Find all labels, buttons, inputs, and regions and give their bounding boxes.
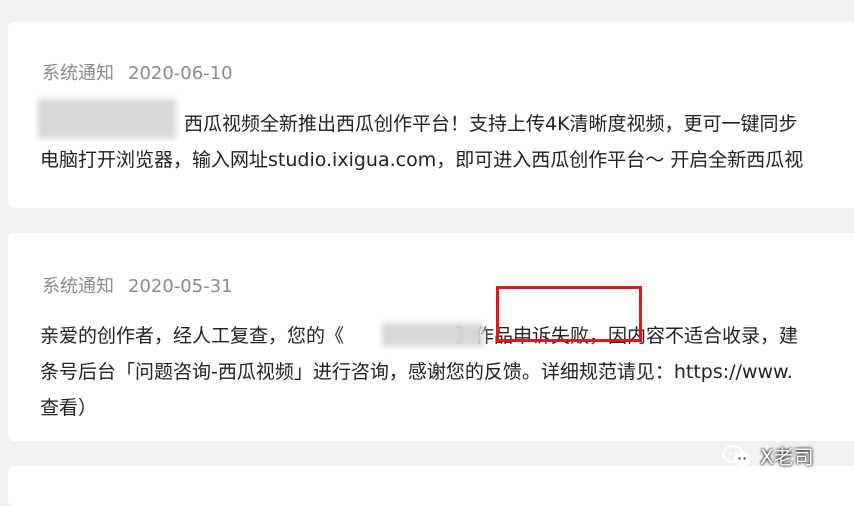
blurred-username <box>38 99 176 139</box>
notification-card-1[interactable]: 系统通知 2020-06-10 西瓜视频全新推出西瓜创作平台！支持上传4K清晰度视… <box>8 22 854 208</box>
notification-text-line-2: 条号后台「问题咨询-西瓜视频」进行咨询，感谢您的反馈。详细规范请见：https:… <box>40 361 793 383</box>
notification-date: 2020-05-31 <box>128 276 233 297</box>
notification-text-line-1: 西瓜视频全新推出西瓜创作平台！支持上传4K清晰度视频，更可一键同步 <box>184 113 798 135</box>
highlight-annotation-box <box>496 286 642 342</box>
watermark-text: X老司 <box>760 445 814 469</box>
watermark: X老司 <box>722 441 814 470</box>
notification-source: 系统通知 <box>42 276 114 297</box>
blurred-video-title <box>382 323 484 347</box>
notification-text-line-2: 电脑打开浏览器，输入网址studio.ixigua.com，即可进入西瓜创作平台… <box>40 149 804 171</box>
notification-text-line-3: 查看） <box>40 397 98 419</box>
notification-meta: 系统通知 2020-06-10 <box>42 59 233 85</box>
wechat-icon <box>722 444 752 468</box>
text-prefix: 亲爱的创作者，经人工复查，您的《 <box>40 325 345 347</box>
notification-source: 系统通知 <box>42 63 114 84</box>
notification-date: 2020-06-10 <box>128 63 233 84</box>
notification-card-2[interactable]: 系统通知2020-05-31 亲爱的创作者，经人工复查，您的《》作品申诉失败，因… <box>8 233 854 441</box>
notification-card-3[interactable] <box>8 466 854 506</box>
notification-meta: 系统通知 2020-05-31 <box>42 272 233 298</box>
